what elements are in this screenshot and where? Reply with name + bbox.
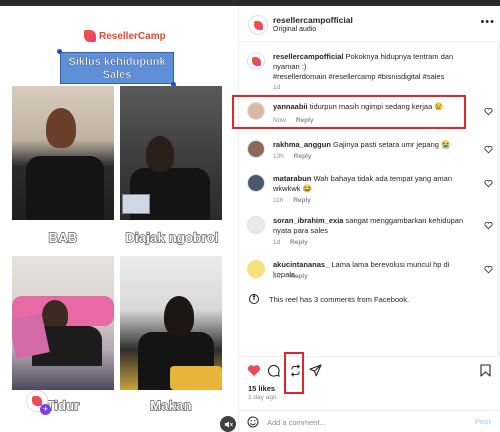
likes-count[interactable]: 15 likes <box>248 384 275 393</box>
reply-button[interactable]: Reply <box>293 197 311 204</box>
reply-button[interactable]: Reply <box>294 153 312 160</box>
brand-logo-mark <box>84 30 96 42</box>
avatar[interactable] <box>248 15 268 35</box>
comment-text-block: matarabun Wah bahaya tidak ada tempat ya… <box>273 174 475 194</box>
heart-outline-icon[interactable] <box>484 221 493 230</box>
avatar[interactable] <box>247 260 265 278</box>
photo-bab <box>12 86 114 220</box>
comment-meta: 5h Reply <box>273 273 316 280</box>
reply-button[interactable]: Reply <box>290 239 308 246</box>
comment-text: Gajinya pasti setara umr jepang 😭 <box>333 140 451 149</box>
media-title: Siklus kehidupunk Sales <box>60 52 174 84</box>
heart-outline-icon[interactable] <box>484 179 493 188</box>
photo-diajak-ngobrol <box>120 86 222 220</box>
emoji-icon[interactable] <box>247 416 259 428</box>
comment-time: 1d <box>273 239 281 246</box>
brand-logo-text: ResellerCamp <box>99 30 166 42</box>
caption-diajak-ngobrol: Diajak ngobrol <box>125 229 219 245</box>
reply-button[interactable]: Reply <box>290 273 308 280</box>
photo-makan <box>120 256 222 390</box>
media-title-line1: Siklus kehidupunk <box>68 56 166 68</box>
comment-text-block: rakhma_anggun Gajinya pasti setara umr j… <box>273 140 475 150</box>
more-options-button[interactable]: ••• <box>480 16 495 28</box>
reel-media[interactable]: ResellerCamp Siklus kehidupunk Sales BAB… <box>0 6 238 432</box>
share-icon[interactable] <box>309 364 322 377</box>
heart-outline-icon[interactable] <box>484 265 493 274</box>
comment-input[interactable] <box>267 415 457 429</box>
brand-logo-mark <box>253 20 263 30</box>
caption-hashtags[interactable]: #resellerdomain #resellercamp #bisnisdig… <box>273 72 475 82</box>
post-username[interactable]: resellercampofficial <box>273 15 353 25</box>
post-comment-button[interactable]: Post <box>475 417 491 426</box>
app-frame: ResellerCamp Siklus kehidupunk Sales BAB… <box>0 0 500 432</box>
save-bookmark-icon[interactable] <box>480 364 491 377</box>
plus-icon[interactable]: + <box>40 404 51 415</box>
brand-logo: ResellerCamp <box>84 30 166 42</box>
speaker-muted-icon <box>224 420 233 428</box>
comment-meta: 1d Reply <box>273 239 316 246</box>
caption-makan: Makan <box>150 397 193 413</box>
caption-username[interactable]: resellercampofficial <box>273 52 343 61</box>
action-bar <box>239 356 500 382</box>
audio-link[interactable]: Original audio <box>273 26 316 33</box>
comment-username[interactable]: akucintananas_ <box>273 260 329 269</box>
add-comment-bar: Post <box>239 410 500 432</box>
caption-bab: BAB <box>48 229 78 245</box>
facebook-note-text: This reel has 3 comments from Facebook. <box>269 294 410 304</box>
facebook-comments-note: f This reel has 3 comments from Facebook… <box>249 294 409 304</box>
avatar[interactable] <box>247 216 265 234</box>
comment-username[interactable]: rakhma_anggun <box>273 140 331 149</box>
selection-handle <box>57 49 62 54</box>
comment-meta: 13h Reply <box>273 153 319 160</box>
photo-tidur <box>12 256 114 390</box>
caption-text-block: resellercampofficial Pokoknya hidupnya t… <box>273 52 475 72</box>
comment-time: 5h <box>273 273 281 280</box>
comment-meta: 11h Reply <box>273 197 319 204</box>
comment-username[interactable]: soran_ibrahim_exia <box>273 216 343 225</box>
post-header: resellercampofficial Original audio ••• <box>239 6 500 42</box>
media-title-line2: Sales <box>102 69 132 81</box>
avatar[interactable] <box>247 140 265 158</box>
heart-outline-icon[interactable] <box>484 145 493 154</box>
heart-filled-icon[interactable] <box>247 364 261 377</box>
comment-username[interactable]: matarabun <box>273 174 311 183</box>
heart-outline-icon[interactable] <box>484 107 493 116</box>
post-date: 1 day ago <box>248 394 277 401</box>
avatar[interactable] <box>247 52 265 70</box>
highlight-box-comment <box>232 95 466 129</box>
brand-logo-mark <box>32 396 42 406</box>
highlight-box-repost <box>284 352 304 394</box>
brand-logo-mark <box>251 56 261 66</box>
facebook-icon: f <box>249 294 259 304</box>
caption-time: 1d <box>273 84 281 91</box>
comment-text-block: soran_ibrahim_exia sangat menggambarkan … <box>273 216 475 236</box>
comments-panel: resellercampofficial Original audio ••• … <box>238 6 500 432</box>
comment-time: 13h <box>273 153 284 160</box>
mute-button[interactable] <box>220 416 236 432</box>
comment-time: 11h <box>273 197 284 204</box>
avatar[interactable] <box>247 174 265 192</box>
comment-icon[interactable] <box>267 364 280 377</box>
